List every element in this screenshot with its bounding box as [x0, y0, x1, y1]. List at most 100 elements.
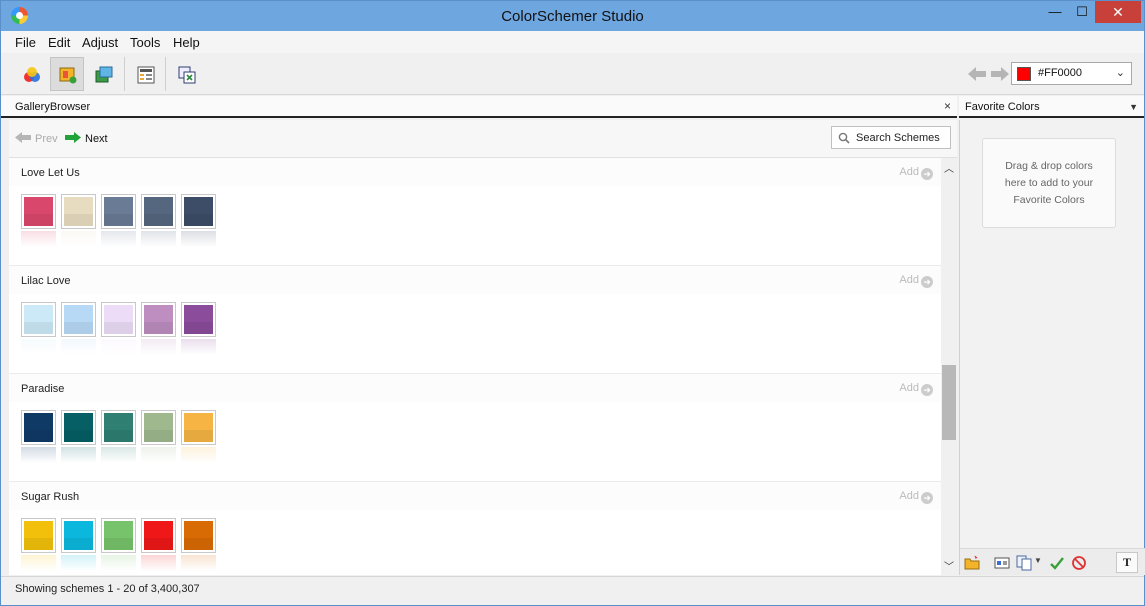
text-color-icon[interactable]: T: [1116, 552, 1138, 573]
scroll-down-icon[interactable]: ﹀: [944, 558, 954, 573]
color-chip[interactable]: [141, 518, 176, 553]
schemes-button[interactable]: [86, 57, 120, 91]
color-chip-fill: [64, 521, 93, 550]
next-button[interactable]: Next: [65, 132, 108, 145]
color-chip-reflection: [61, 555, 96, 571]
add-scheme-button[interactable]: Add ➜: [899, 382, 933, 396]
color-chip-reflection: [61, 339, 96, 355]
color-chip[interactable]: [101, 410, 136, 445]
color-chip-fill: [104, 413, 133, 442]
menu-edit[interactable]: Edit: [48, 35, 70, 50]
arrow-left-icon: [15, 132, 31, 143]
favorites-drop-zone[interactable]: Drag & drop colors here to add to your F…: [982, 138, 1116, 228]
gallery-scrollbar[interactable]: ︿ ﹀: [941, 158, 957, 575]
arrow-right-icon: [65, 132, 81, 143]
gallery-button[interactable]: [50, 57, 84, 91]
favorites-dropdown-icon[interactable]: ▼: [1129, 102, 1138, 112]
color-chip[interactable]: [181, 410, 216, 445]
minimize-button[interactable]: —: [1041, 1, 1069, 23]
search-schemes-button[interactable]: Search Schemes: [831, 126, 951, 149]
color-chip[interactable]: [61, 518, 96, 553]
color-chip-reflection: [21, 339, 56, 355]
search-icon: [838, 132, 850, 144]
scheme-header: Sugar Rush Add ➜: [9, 482, 941, 510]
add-scheme-label: Add: [899, 166, 919, 178]
add-arrow-icon: ➜: [921, 384, 933, 396]
color-chip-fill: [24, 521, 53, 550]
add-scheme-label: Add: [899, 490, 919, 502]
scheme-row: Lilac Love Add ➜: [9, 266, 941, 374]
color-chip-fill: [184, 197, 213, 226]
color-chip[interactable]: [21, 410, 56, 445]
scheme-name: Sugar Rush: [21, 491, 80, 503]
close-button[interactable]: ✕: [1095, 1, 1141, 23]
color-chip[interactable]: [181, 194, 216, 229]
menu-adjust[interactable]: Adjust: [82, 35, 118, 50]
prev-button[interactable]: Prev: [15, 132, 58, 145]
add-arrow-icon: ➜: [921, 168, 933, 180]
scheme-row: Sugar Rush Add ➜: [9, 482, 941, 575]
color-chip[interactable]: [141, 194, 176, 229]
color-chip-fill: [184, 305, 213, 334]
scheme-header: Paradise Add ➜: [9, 374, 941, 402]
export-icon: [178, 66, 196, 84]
new-folder-icon[interactable]: [964, 555, 980, 571]
copy-dropdown-icon[interactable]: ▼: [1034, 556, 1050, 572]
color-chip-reflection: [21, 555, 56, 571]
history-forward-icon[interactable]: [991, 67, 1009, 81]
color-chip[interactable]: [181, 302, 216, 337]
color-chip-reflection: [21, 447, 56, 463]
block-icon[interactable]: [1071, 555, 1087, 571]
add-scheme-button[interactable]: Add ➜: [899, 274, 933, 288]
menu-help[interactable]: Help: [173, 35, 200, 50]
color-chip[interactable]: [181, 518, 216, 553]
gallery-browser: Prev Next Search Schemes Love Let Us Add ➜…: [9, 120, 957, 575]
scheme-name: Lilac Love: [21, 275, 71, 287]
drop-hint-line: Drag & drop colors: [1005, 160, 1093, 172]
toolbar-separator: [124, 57, 125, 91]
color-chip[interactable]: [141, 302, 176, 337]
color-chip-fill: [64, 413, 93, 442]
menu-file[interactable]: File: [15, 35, 36, 50]
window-title: ColorSchemer Studio: [501, 8, 644, 25]
import-icon[interactable]: [994, 555, 1010, 571]
scroll-up-icon[interactable]: ︿: [944, 160, 954, 175]
color-chip[interactable]: [61, 194, 96, 229]
drop-hint-line: here to add to your: [1004, 177, 1094, 189]
color-chip[interactable]: [101, 518, 136, 553]
menu-tools[interactable]: Tools: [130, 35, 160, 50]
color-chip[interactable]: [61, 302, 96, 337]
color-chip[interactable]: [141, 410, 176, 445]
current-color-select[interactable]: #FF0000 ⌄: [1011, 62, 1132, 85]
toolbar-separator: [165, 57, 166, 91]
palette-button[interactable]: [128, 57, 162, 91]
status-bar: Showing schemes 1 - 20 of 3,400,307: [1, 576, 1144, 605]
color-chip[interactable]: [21, 302, 56, 337]
add-scheme-label: Add: [899, 274, 919, 286]
color-chip[interactable]: [101, 302, 136, 337]
color-chip[interactable]: [21, 518, 56, 553]
check-icon[interactable]: [1049, 555, 1065, 571]
status-text: Showing schemes 1 - 20 of 3,400,307: [15, 583, 200, 595]
history-back-icon[interactable]: [968, 67, 986, 81]
scheme-header: Lilac Love Add ➜: [9, 266, 941, 294]
color-wheel-button[interactable]: [14, 57, 48, 91]
color-chip-fill: [64, 197, 93, 226]
export-button[interactable]: [169, 57, 203, 91]
color-chip-fill: [144, 305, 173, 334]
add-scheme-button[interactable]: Add ➜: [899, 166, 933, 180]
color-chip-reflection: [61, 447, 96, 463]
gallery-close-icon[interactable]: ×: [944, 99, 951, 113]
add-scheme-button[interactable]: Add ➜: [899, 490, 933, 504]
scroll-thumb[interactable]: [942, 365, 956, 440]
copy-icon[interactable]: [1016, 555, 1032, 571]
favorites-panel-title: Favorite Colors: [965, 101, 1040, 113]
color-chip-reflection: [141, 555, 176, 571]
color-chip[interactable]: [21, 194, 56, 229]
maximize-button[interactable]: ☐: [1068, 1, 1096, 23]
color-chip[interactable]: [61, 410, 96, 445]
scheme-name: Love Let Us: [21, 167, 80, 179]
color-chip[interactable]: [101, 194, 136, 229]
color-chip-fill: [144, 521, 173, 550]
favorites-panel-header: Favorite Colors ▼: [959, 96, 1144, 118]
